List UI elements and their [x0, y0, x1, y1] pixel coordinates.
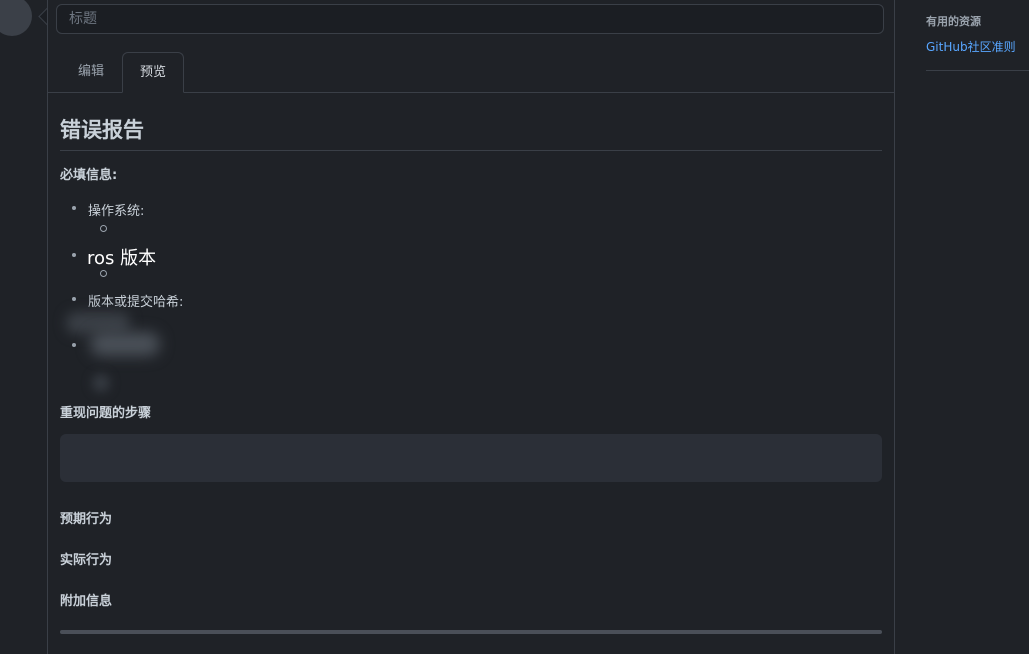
steps-label: 重现问题的步骤 — [60, 406, 152, 421]
timeline-gutter — [0, 0, 47, 654]
tab-preview[interactable]: 预览 — [122, 52, 184, 93]
required-info-label: 必填信息: — [60, 168, 118, 183]
issue-form-panel: 编辑 预览 错误报告 必填信息: 操作系统: ros 版本 版本或提交哈希: 重… — [47, 0, 895, 654]
list-bullet — [72, 297, 76, 301]
sidebar-divider — [926, 70, 1029, 71]
preview-heading: 错误报告 — [60, 114, 882, 151]
list-bullet — [72, 253, 76, 257]
tab-edit[interactable]: 编辑 — [60, 52, 122, 92]
sublist-bullet — [100, 225, 107, 232]
issue-editor-page: 编辑 预览 错误报告 必填信息: 操作系统: ros 版本 版本或提交哈希: 重… — [0, 0, 1029, 654]
list-item-os: 操作系统: — [88, 204, 145, 219]
preview-content: 错误报告 必填信息: 操作系统: ros 版本 版本或提交哈希: 重现问题的步骤… — [60, 92, 882, 652]
additional-info-label: 附加信息 — [60, 594, 113, 609]
list-item-version-hash: 版本或提交哈希: — [88, 295, 184, 310]
sublist-bullet — [100, 270, 107, 277]
sidebar-title: 有用的资源 — [926, 15, 981, 28]
list-item-ros-version: ros 版本 — [87, 248, 157, 269]
blurred-region — [66, 312, 130, 334]
content-divider — [60, 630, 882, 634]
blurred-region — [90, 332, 160, 356]
avatar[interactable] — [0, 0, 32, 36]
title-input[interactable] — [56, 4, 884, 34]
blurred-region — [92, 374, 110, 392]
community-guidelines-link[interactable]: GitHub社区准则 — [926, 38, 1016, 55]
actual-behavior-label: 实际行为 — [60, 553, 113, 568]
editor-tabs: 编辑 预览 — [48, 52, 894, 93]
expected-behavior-label: 预期行为 — [60, 512, 113, 527]
steps-code-block — [60, 434, 882, 482]
helpful-resources-sidebar: 有用的资源 GitHub社区准则 — [926, 0, 1029, 654]
list-bullet — [72, 343, 76, 347]
list-bullet — [72, 206, 76, 210]
